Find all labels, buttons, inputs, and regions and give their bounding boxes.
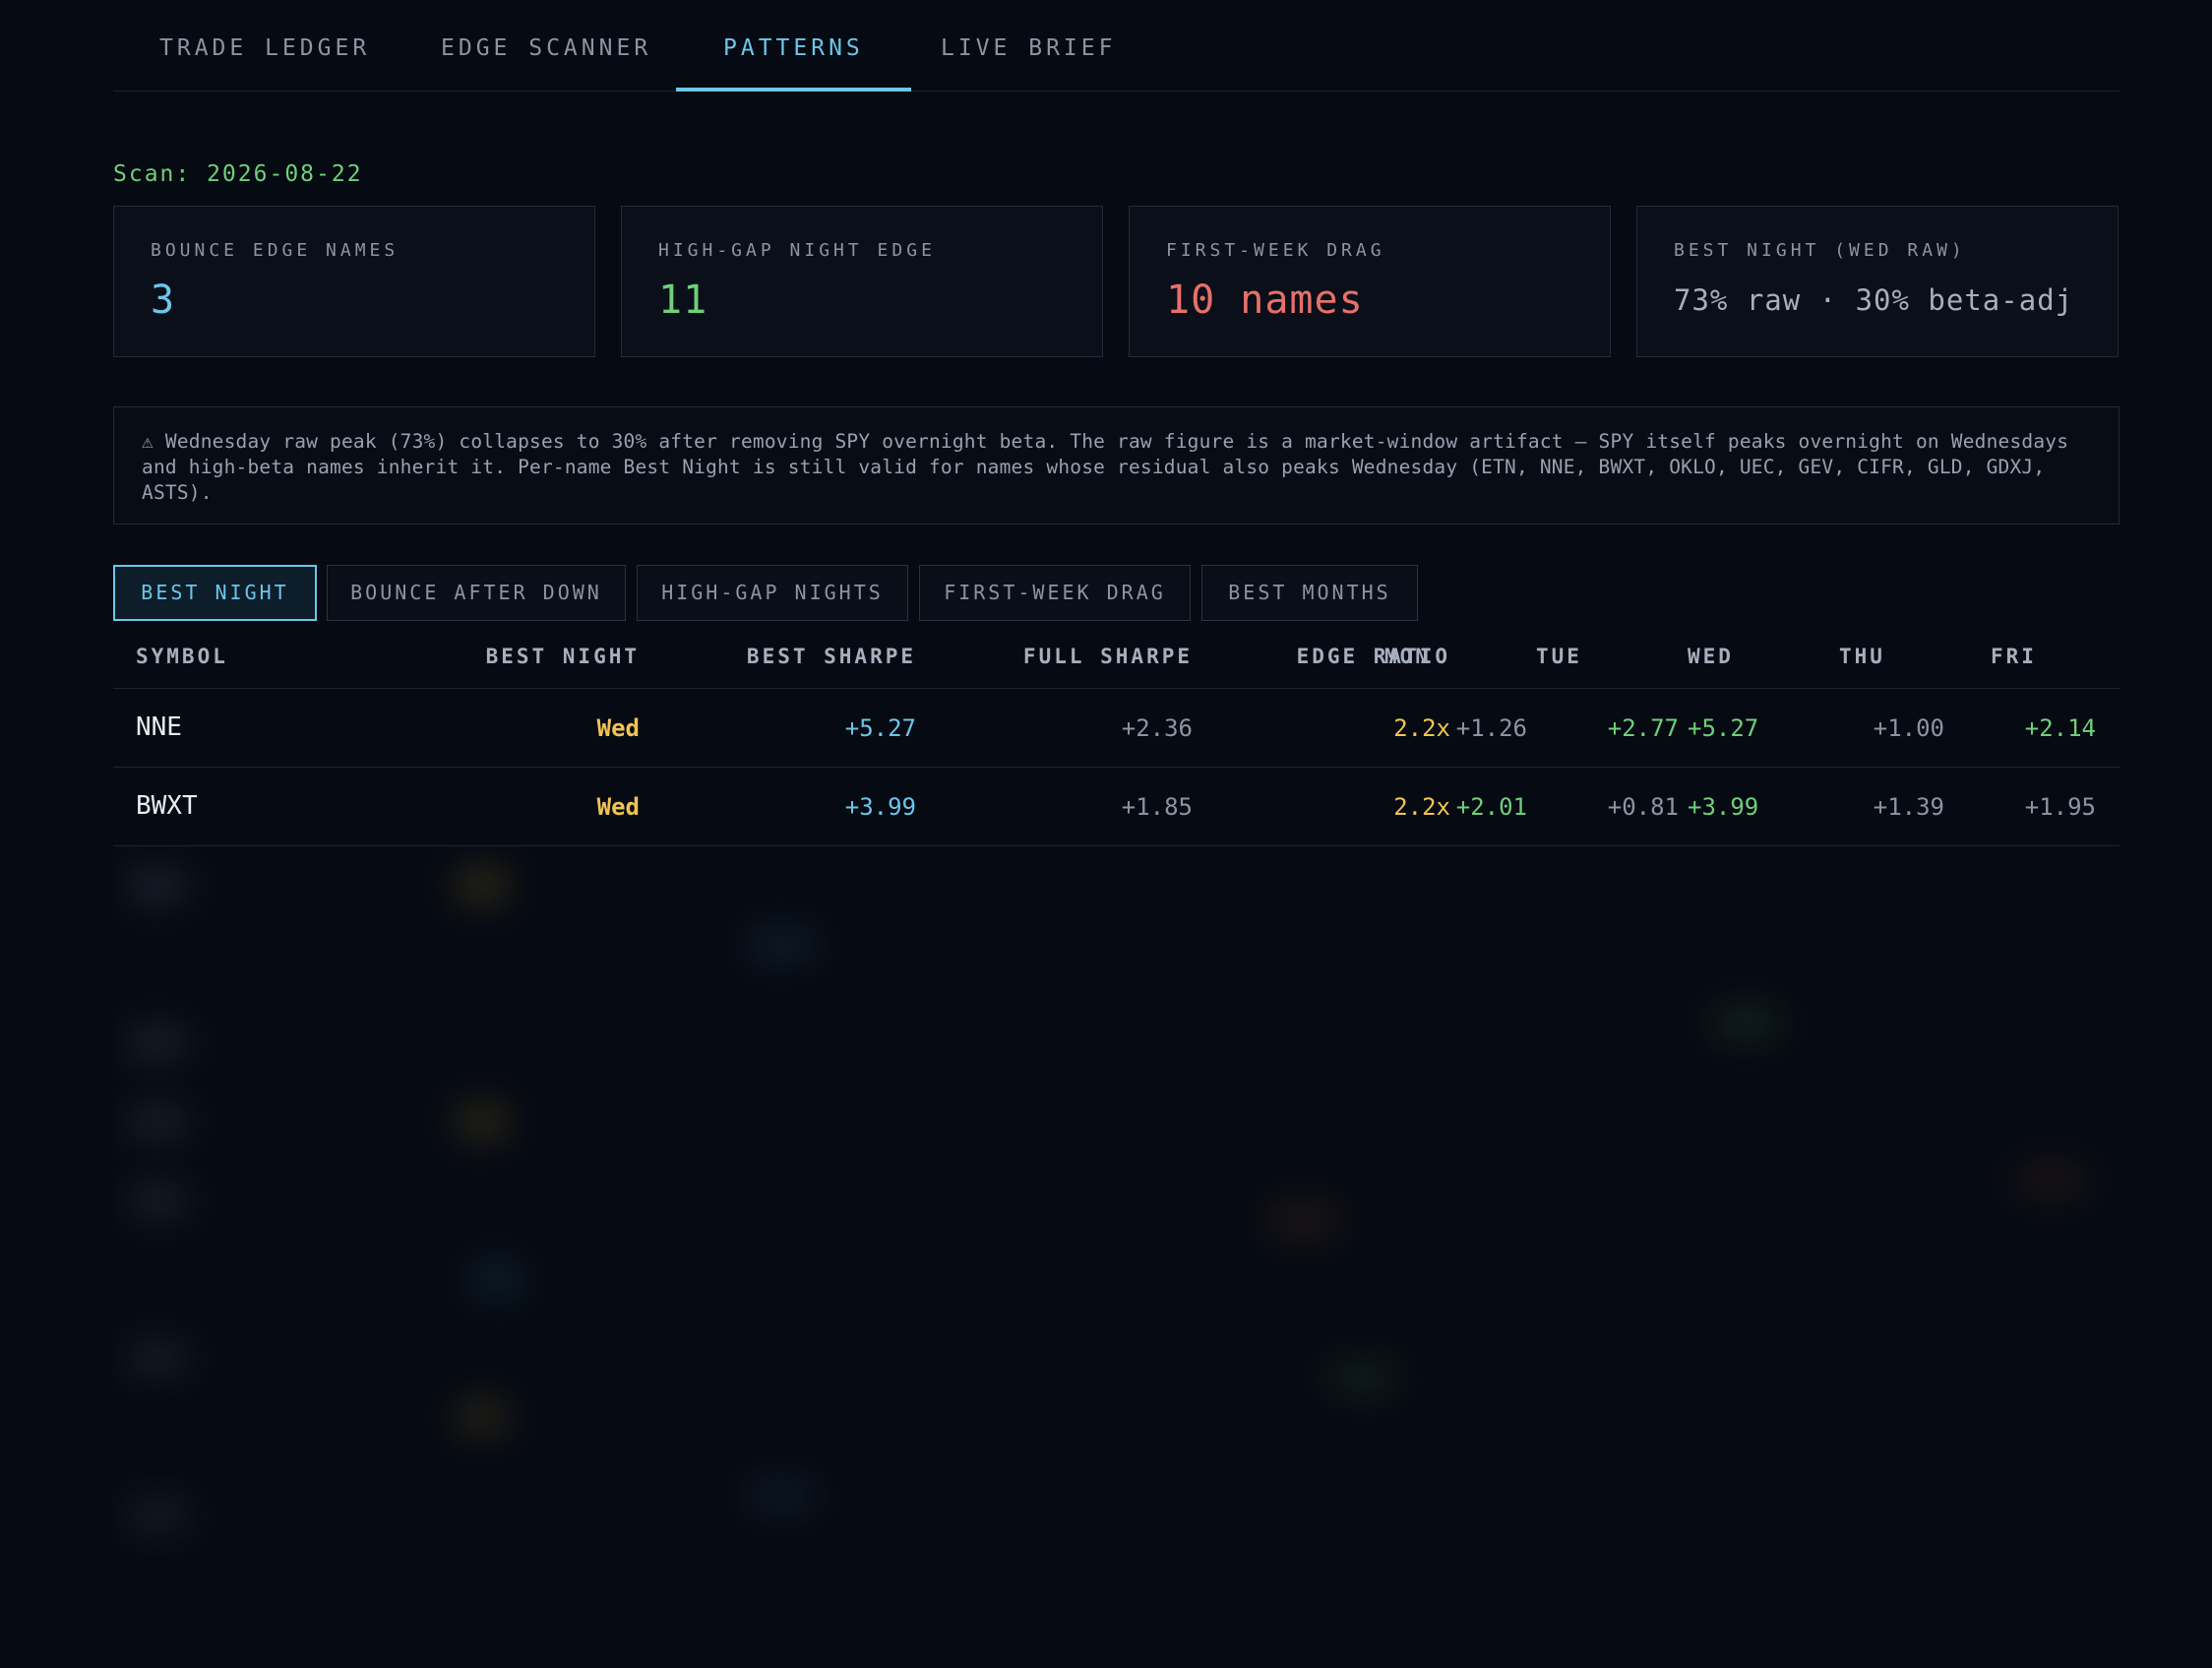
- tab-label: TRADE LEDGER: [159, 35, 371, 61]
- tab-label: PATTERNS: [723, 35, 864, 61]
- cell-edge-ratio: 2.2x: [1393, 714, 1450, 742]
- stat-card-label: HIGH-GAP NIGHT EDGE: [658, 240, 936, 261]
- cell-symbol: BWXT: [136, 791, 198, 821]
- stat-card-label: BOUNCE EDGE NAMES: [151, 240, 399, 261]
- subtab-label: HIGH-GAP NIGHTS: [661, 581, 884, 604]
- cell-tue: +2.77: [1607, 714, 1679, 742]
- col-tue[interactable]: TUE: [1536, 645, 1582, 668]
- blur-overlay: [113, 846, 2120, 1668]
- cell-best-night: Wed: [596, 793, 640, 821]
- cell-best-night: Wed: [596, 714, 640, 742]
- col-thu[interactable]: THU: [1839, 645, 1885, 668]
- stat-card-value: 11: [658, 278, 708, 323]
- subtab-label: BEST MONTHS: [1228, 581, 1391, 604]
- stat-card-value: 10 names: [1166, 278, 1364, 323]
- stat-card-first-week-drag: FIRST-WEEK DRAG 10 names: [1129, 206, 1611, 357]
- subtab-best-months[interactable]: BEST MONTHS: [1201, 565, 1418, 621]
- cell-full-sharpe: +2.36: [1121, 714, 1193, 742]
- cell-mon: +1.26: [1455, 714, 1527, 742]
- subtab-label: BOUNCE AFTER DOWN: [350, 581, 602, 604]
- col-mon[interactable]: MON: [1384, 645, 1431, 668]
- table-row[interactable]: BWXT Wed +3.99 +1.85 2.2x +2.01 +0.81 +3…: [113, 768, 2120, 846]
- blurred-table-rows: [113, 846, 2120, 1668]
- patterns-page: TRADE LEDGER EDGE SCANNER PATTERNS LIVE …: [0, 0, 2212, 1668]
- best-night-table: SYMBOL BEST NIGHT BEST SHARPE FULL SHARP…: [113, 621, 2120, 846]
- cell-full-sharpe: +1.85: [1121, 793, 1193, 821]
- subtab-label: BEST NIGHT: [141, 581, 289, 604]
- stat-card-high-gap: HIGH-GAP NIGHT EDGE 11: [621, 206, 1103, 357]
- warning-text: ⚠ Wednesday raw peak (73%) collapses to …: [142, 430, 2069, 504]
- cell-edge-ratio: 2.2x: [1393, 793, 1450, 821]
- top-nav: TRADE LEDGER EDGE SCANNER PATTERNS LIVE …: [113, 0, 2120, 92]
- cell-wed: +3.99: [1688, 793, 1759, 821]
- cell-best-sharpe: +5.27: [844, 714, 916, 742]
- col-best-sharpe[interactable]: BEST SHARPE: [747, 645, 916, 668]
- cell-mon: +2.01: [1455, 793, 1527, 821]
- stat-card-best-night: BEST NIGHT (WED RAW) 73% raw · 30% beta-…: [1636, 206, 2119, 357]
- subtab-best-night[interactable]: BEST NIGHT: [113, 565, 317, 621]
- cell-symbol: NNE: [136, 712, 182, 742]
- cell-wed: +5.27: [1688, 714, 1759, 742]
- tab-edge-scanner[interactable]: EDGE SCANNER: [441, 35, 651, 91]
- stat-card-value: 3: [151, 278, 176, 323]
- col-best-night[interactable]: BEST NIGHT: [486, 645, 640, 668]
- table-header: SYMBOL BEST NIGHT BEST SHARPE FULL SHARP…: [113, 621, 2120, 689]
- tab-live-brief[interactable]: LIVE BRIEF: [941, 35, 1116, 91]
- active-tab-underline: [676, 88, 911, 92]
- stat-card-value: 73% raw · 30% beta-adj: [1674, 283, 2074, 317]
- cell-thu: +1.00: [1873, 714, 1944, 742]
- cell-fri: +2.14: [2024, 714, 2096, 742]
- subtab-bounce-after-down[interactable]: BOUNCE AFTER DOWN: [327, 565, 626, 621]
- subtab-high-gap-nights[interactable]: HIGH-GAP NIGHTS: [637, 565, 908, 621]
- col-wed[interactable]: WED: [1688, 645, 1734, 668]
- col-full-sharpe[interactable]: FULL SHARPE: [1023, 645, 1193, 668]
- tab-label: LIVE BRIEF: [941, 35, 1117, 61]
- tab-patterns[interactable]: PATTERNS: [676, 35, 911, 92]
- scan-date: Scan: 2026-08-22: [113, 161, 363, 187]
- stat-card-bounce-edge: BOUNCE EDGE NAMES 3: [113, 206, 595, 357]
- table-row[interactable]: NNE Wed +5.27 +2.36 2.2x +1.26 +2.77 +5.…: [113, 689, 2120, 768]
- cell-best-sharpe: +3.99: [844, 793, 916, 821]
- stat-card-label: BEST NIGHT (WED RAW): [1674, 240, 1966, 261]
- tab-trade-ledger[interactable]: TRADE LEDGER: [159, 35, 370, 91]
- stat-card-label: FIRST-WEEK DRAG: [1166, 240, 1385, 261]
- cell-fri: +1.95: [2024, 793, 2096, 821]
- beta-warning-banner: ⚠ Wednesday raw peak (73%) collapses to …: [113, 406, 2120, 525]
- tab-label: EDGE SCANNER: [441, 35, 652, 61]
- cell-tue: +0.81: [1607, 793, 1679, 821]
- col-fri[interactable]: FRI: [1991, 645, 2037, 668]
- cell-thu: +1.39: [1873, 793, 1944, 821]
- col-symbol[interactable]: SYMBOL: [136, 645, 228, 668]
- subtab-label: FIRST-WEEK DRAG: [944, 581, 1166, 604]
- subtab-first-week-drag[interactable]: FIRST-WEEK DRAG: [919, 565, 1191, 621]
